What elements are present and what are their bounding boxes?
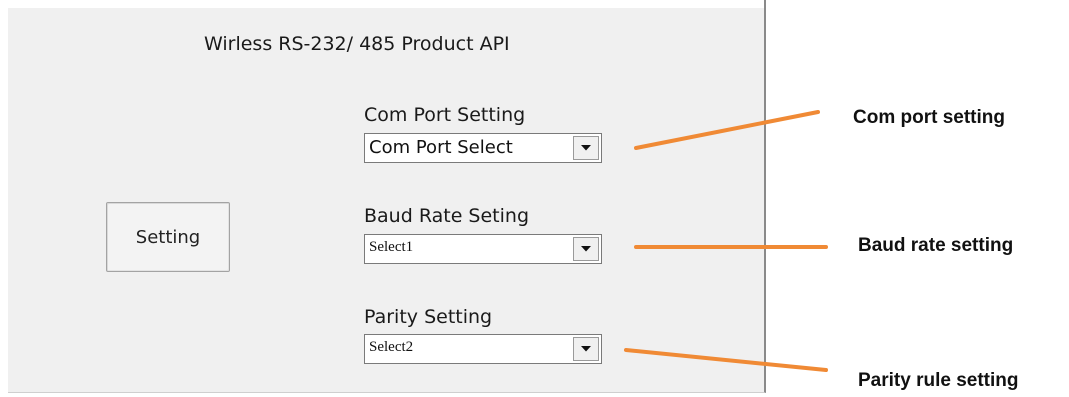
annotation-lines [624,110,828,372]
parity-callout-line [624,348,828,372]
parity-annotation: Parity rule setting [858,370,1019,391]
com-port-annotation: Com port setting [853,107,1005,128]
baud-rate-annotation: Baud rate setting [858,235,1014,256]
com-port-callout-line [634,110,820,150]
